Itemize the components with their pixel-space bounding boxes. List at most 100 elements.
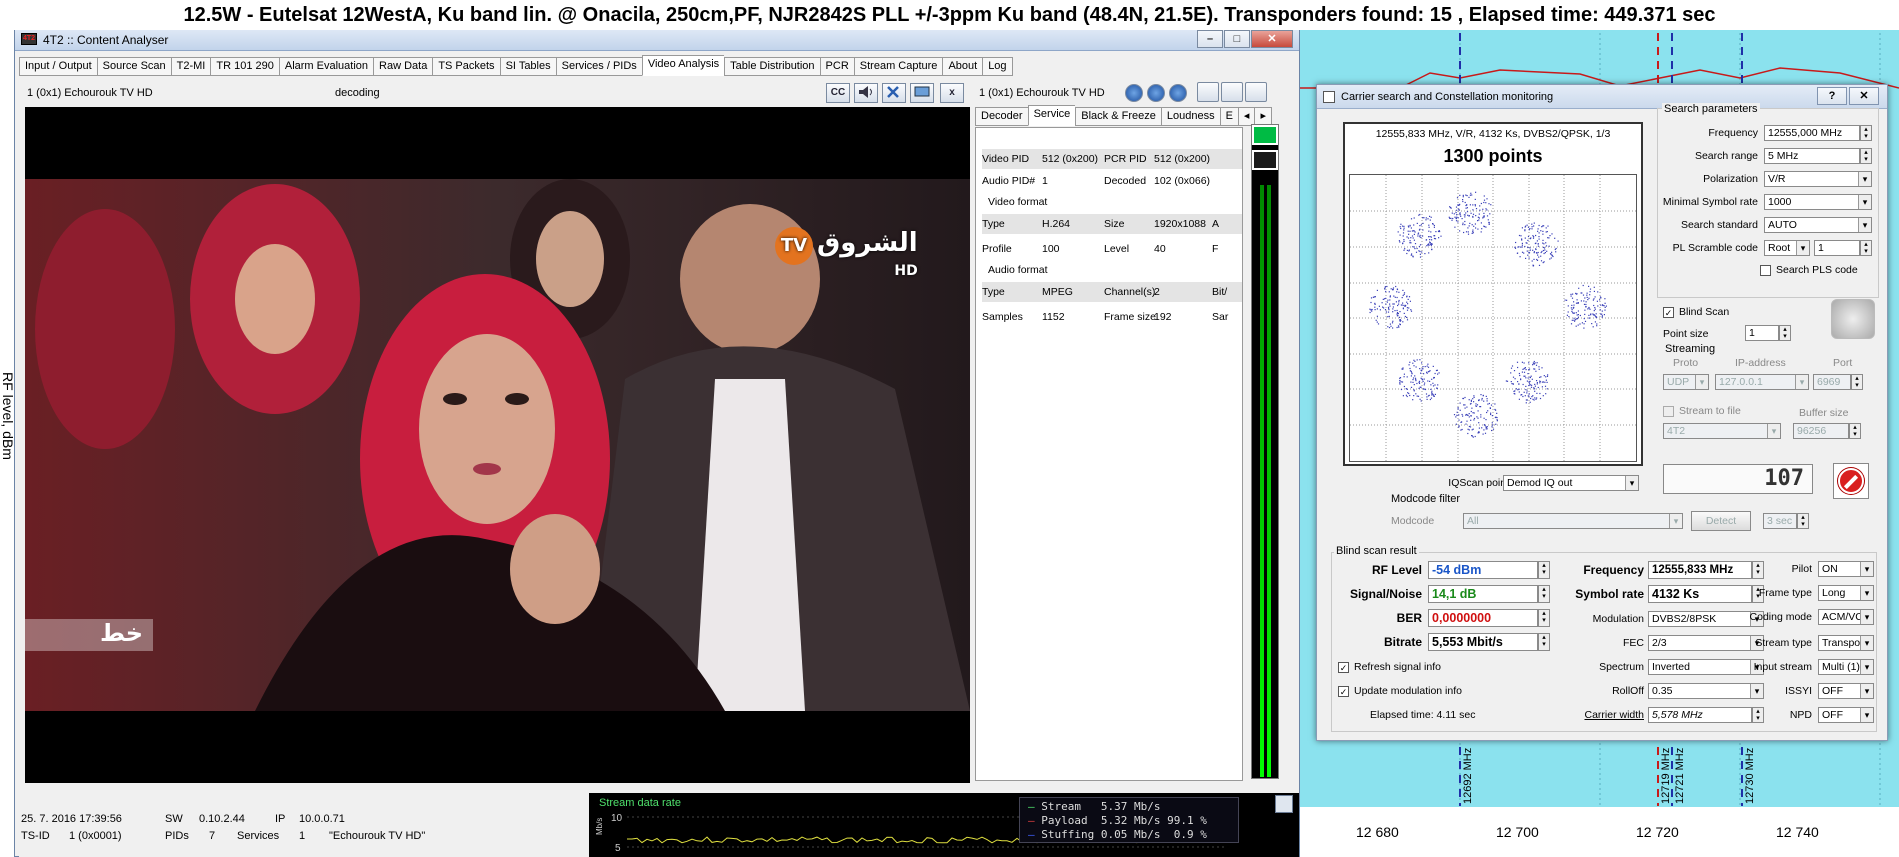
constellation-point <box>1527 239 1529 241</box>
tab-tr-101-290[interactable]: TR 101 290 <box>210 57 279 76</box>
tab-stream-capture[interactable]: Stream Capture <box>853 57 943 76</box>
stream-rate-graph[interactable]: Stream data rate 10 5 Mb/s — Stream 5.37… <box>589 793 1299 857</box>
tab-input-output[interactable]: Input / Output <box>19 57 97 76</box>
constellation-point <box>1570 293 1572 295</box>
tab-decoder[interactable]: Decoder <box>975 107 1028 126</box>
ber-spinner[interactable]: ▴ ▾ <box>1538 609 1550 627</box>
iqscan-select[interactable]: Demod IQ out <box>1503 475 1639 491</box>
close-button[interactable]: ✕ <box>1849 87 1879 105</box>
monitor-icon[interactable] <box>1221 82 1243 102</box>
pilot-select[interactable]: ON <box>1818 561 1874 577</box>
analyser-title-bar[interactable]: 4T2 4T2 :: Content Analyser – □ ✕ <box>15 29 1299 51</box>
carrier-title-bar[interactable]: Carrier search and Constellation monitor… <box>1317 85 1887 109</box>
tab-ts-packets[interactable]: TS Packets <box>432 57 500 76</box>
tab-raw-data[interactable]: Raw Data <box>373 57 433 76</box>
constellation-plot[interactable] <box>1349 174 1637 462</box>
signal-noise-spinner[interactable]: ▴ ▾ <box>1538 585 1550 603</box>
port-spinner[interactable]: ▴ ▾ <box>1851 374 1863 390</box>
graph-settings-icon[interactable] <box>1275 795 1293 813</box>
constellation-point <box>1593 286 1595 288</box>
constellation-point <box>1422 222 1424 224</box>
min-symbol-rate-select[interactable]: 1000 <box>1764 194 1872 210</box>
monitor-icon[interactable] <box>910 83 934 103</box>
refresh-signal-checkbox[interactable] <box>1338 662 1349 673</box>
coding-mode-select[interactable]: ACM/VCM <box>1818 609 1874 625</box>
speaker-icon[interactable] <box>854 83 878 103</box>
cc-icon[interactable]: CC <box>826 83 850 103</box>
search-standard-select[interactable]: AUTO <box>1764 217 1872 233</box>
buffer-size-input[interactable]: 96256 <box>1793 423 1849 439</box>
minimize-button[interactable]: – <box>1197 30 1223 48</box>
polarization-select[interactable]: V/R <box>1764 171 1872 187</box>
npd-select[interactable]: OFF <box>1818 707 1874 723</box>
tab-loudness[interactable]: Loudness <box>1160 107 1220 126</box>
update-modulation-checkbox[interactable] <box>1338 686 1349 697</box>
issyi-select[interactable]: OFF <box>1818 683 1874 699</box>
input-stream-select[interactable]: Multi (1) <box>1818 659 1874 675</box>
tab-log[interactable]: Log <box>982 57 1013 76</box>
tools-icon[interactable] <box>1245 82 1267 102</box>
close-button[interactable]: ✕ <box>1251 30 1293 48</box>
tab-si-tables[interactable]: SI Tables <box>499 57 556 76</box>
constellation-point <box>1575 302 1578 304</box>
stream-to-file-checkbox[interactable] <box>1663 406 1674 417</box>
stream-type-select[interactable]: Transport <box>1818 635 1874 651</box>
detect-timeout-spinner[interactable]: ▴ ▾ <box>1797 513 1809 529</box>
tab-alarm-evaluation[interactable]: Alarm Evaluation <box>278 57 374 76</box>
next-service-icon[interactable] <box>1169 84 1187 102</box>
ip-address-select[interactable]: 127.0.0.1 <box>1715 374 1809 390</box>
tab-t2-mi[interactable]: T2-MI <box>170 57 211 76</box>
tab-more[interactable]: E <box>1219 107 1238 126</box>
pls-mode-select[interactable]: Root <box>1764 240 1810 256</box>
stop-scan-button[interactable] <box>1833 463 1869 499</box>
constellation-point <box>1468 429 1470 431</box>
prev-service-icon[interactable] <box>1125 84 1143 102</box>
video-display[interactable]: TV الشروق HD خط <box>25 107 970 783</box>
display-mode-icon[interactable] <box>1252 150 1278 170</box>
tab-pcr[interactable]: PCR <box>819 57 854 76</box>
detect-button[interactable]: Detect <box>1691 511 1751 531</box>
tab-source-scan[interactable]: Source Scan <box>96 57 171 76</box>
stream-file-select[interactable]: 4T2 <box>1663 423 1781 439</box>
detect-timeout-input[interactable]: 3 sec <box>1763 513 1797 529</box>
bitrate-spinner[interactable]: ▴ ▾ <box>1538 633 1550 651</box>
search-range-spinner[interactable]: ▴ ▾ <box>1860 148 1872 164</box>
constellation-point <box>1604 302 1606 304</box>
tab-about[interactable]: About <box>942 57 983 76</box>
maximize-button[interactable]: □ <box>1224 30 1250 48</box>
constellation-point <box>1409 370 1411 372</box>
snapshot-icon[interactable] <box>1252 125 1278 145</box>
frequency-spinner[interactable]: ▴ ▾ <box>1860 125 1872 141</box>
modcode-select[interactable]: All <box>1463 513 1683 529</box>
point-size-spinner[interactable]: ▴ ▾ <box>1779 325 1791 341</box>
port-input[interactable]: 6969 <box>1813 374 1851 390</box>
mute-icon[interactable] <box>1197 82 1219 102</box>
constellation-point <box>1583 303 1586 305</box>
rf-level-spinner[interactable]: ▴ ▾ <box>1538 561 1550 579</box>
help-button[interactable]: ? <box>1817 87 1847 105</box>
tab-services-pids[interactable]: Services / PIDs <box>555 57 642 76</box>
frequency-input[interactable]: 12555,000 MHz <box>1764 125 1860 141</box>
scan-image-icon[interactable] <box>1831 299 1875 339</box>
tab-video-analysis[interactable]: Video Analysis <box>641 55 725 76</box>
tools-icon[interactable] <box>882 83 906 103</box>
constellation-point <box>1422 229 1424 231</box>
frame-type-select[interactable]: Long <box>1818 585 1874 601</box>
pls-code-input[interactable]: 1 <box>1814 240 1860 256</box>
search-range-input[interactable]: 5 MHz <box>1764 148 1860 164</box>
buffer-size-spinner[interactable]: ▴ ▾ <box>1849 423 1861 439</box>
pls-code-spinner[interactable]: ▴ ▾ <box>1860 240 1872 256</box>
point-size-input[interactable]: 1 <box>1745 325 1779 341</box>
search-pls-checkbox[interactable] <box>1760 265 1771 276</box>
tab-service[interactable]: Service <box>1027 105 1076 126</box>
pilot-label: Pilot <box>1791 563 1812 575</box>
blind-scan-checkbox[interactable] <box>1663 307 1674 318</box>
constellation-point <box>1584 297 1586 299</box>
tab-table-distribution[interactable]: Table Distribution <box>724 57 820 76</box>
refresh-service-icon[interactable] <box>1147 84 1165 102</box>
tab-black-freeze[interactable]: Black & Freeze <box>1075 107 1161 126</box>
carrier-width-label[interactable]: Carrier width <box>1554 709 1644 721</box>
close-icon[interactable]: x <box>940 83 964 103</box>
proto-select[interactable]: UDP <box>1663 374 1709 390</box>
constellation-point <box>1386 285 1388 288</box>
